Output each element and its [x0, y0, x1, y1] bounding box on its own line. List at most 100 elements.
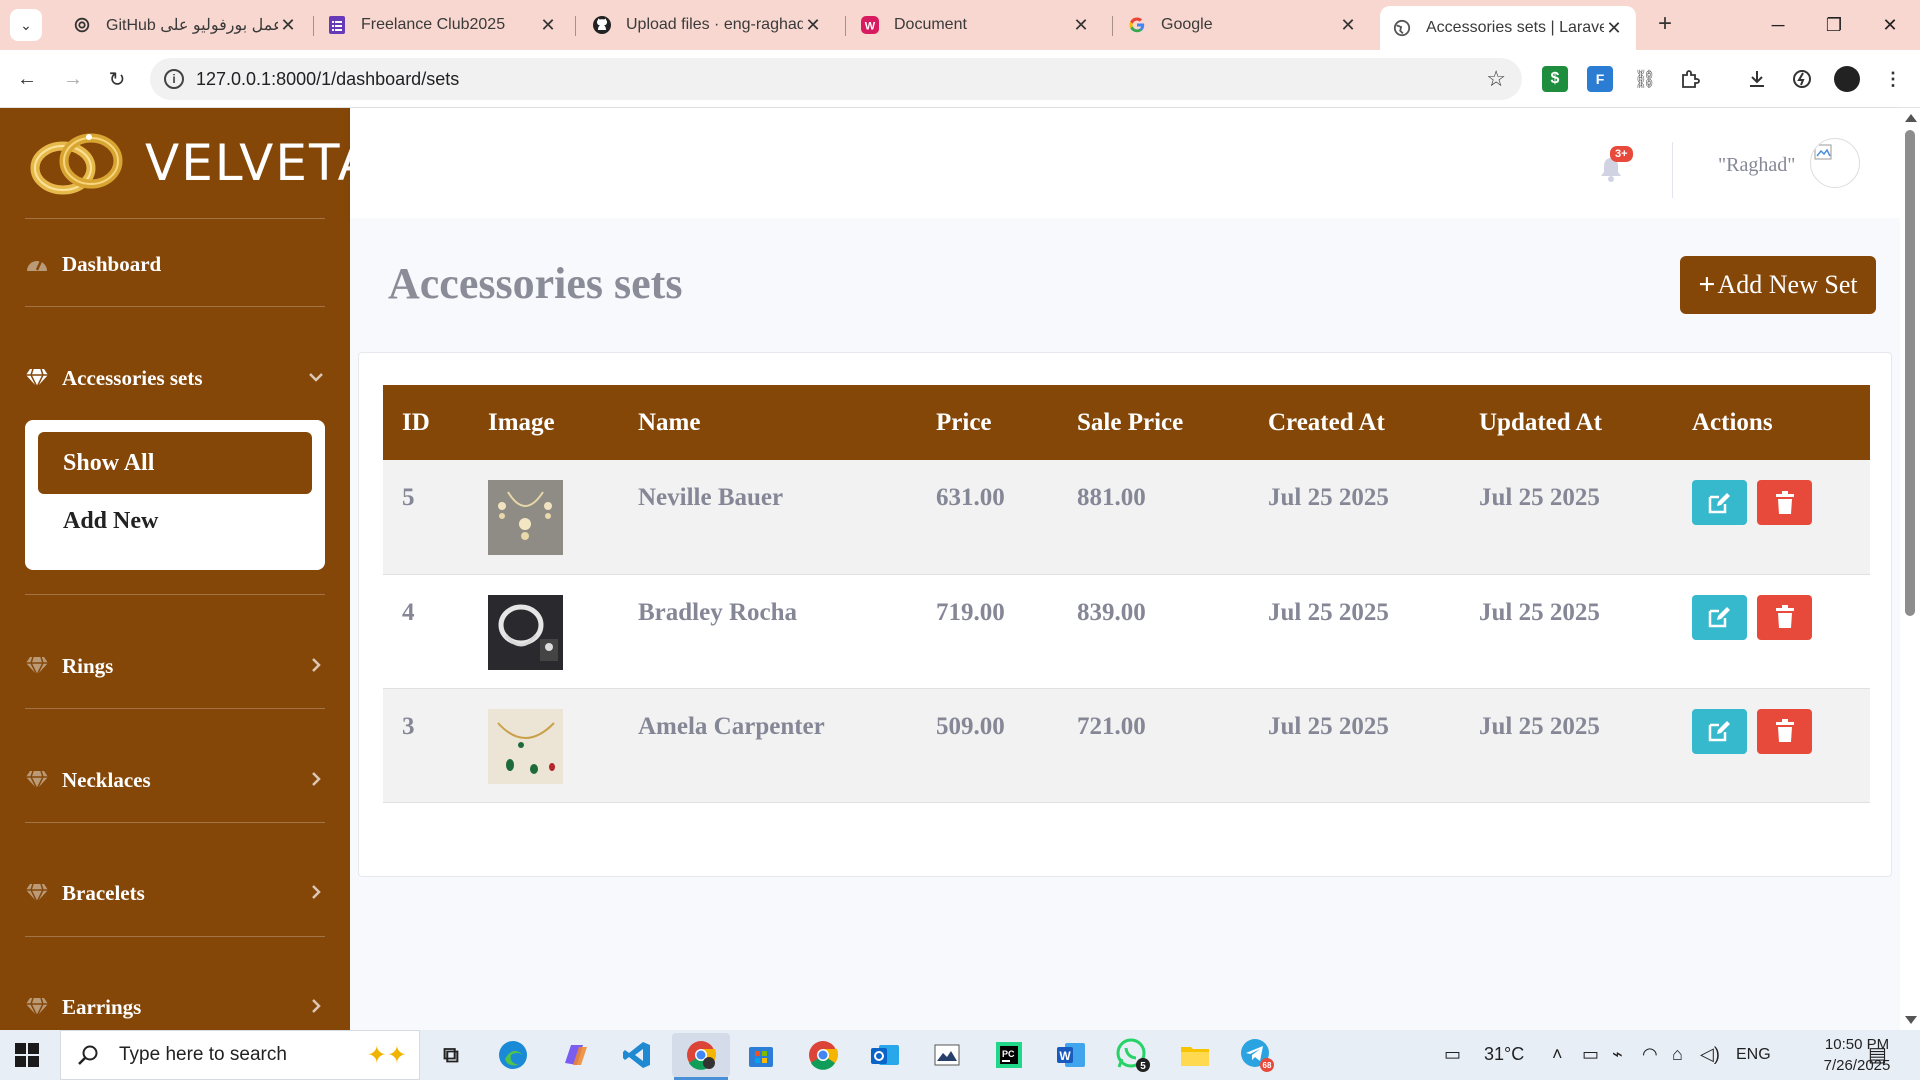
column-header-created-at[interactable]: Created At	[1249, 385, 1460, 460]
sidebar-item-dashboard[interactable]: Dashboard	[24, 244, 326, 284]
edit-button[interactable]	[1692, 708, 1747, 754]
delete-button[interactable]	[1757, 480, 1813, 525]
close-icon[interactable]: ✕	[278, 15, 298, 36]
submenu-add-new[interactable]: Add New	[63, 508, 158, 535]
restore-icon[interactable]: ❐	[1806, 8, 1862, 42]
fl-extension-icon[interactable]: F	[1587, 66, 1613, 92]
scrollbar-thumb[interactable]	[1905, 130, 1915, 616]
extensions-puzzle-icon[interactable]	[1677, 66, 1703, 92]
microsoft-store-icon[interactable]	[742, 1036, 780, 1074]
taskbar-search-box[interactable]: Type here to search ✦✦	[60, 1030, 420, 1080]
site-info-icon[interactable]: i	[164, 69, 184, 89]
edit-button[interactable]	[1692, 480, 1747, 525]
close-icon[interactable]: ✕	[803, 15, 823, 36]
edit-button[interactable]	[1692, 594, 1747, 640]
translate-extension-icon[interactable]: ⛓	[1632, 66, 1658, 92]
scroll-down-arrow-icon[interactable]	[1905, 1016, 1917, 1024]
edge-icon[interactable]	[494, 1036, 532, 1074]
column-header-sale-price[interactable]: Sale Price	[1058, 385, 1249, 460]
pycharm-icon[interactable]: PC	[990, 1036, 1028, 1074]
battery-icon[interactable]: ▭	[1582, 1044, 1599, 1065]
sidebar-item-label: Accessories sets	[62, 365, 203, 390]
close-icon[interactable]: ✕	[1604, 18, 1624, 39]
telegram-icon[interactable]: 68	[1238, 1036, 1276, 1074]
address-bar[interactable]: i 127.0.0.1:8000/1/dashboard/sets ☆	[150, 58, 1522, 100]
tab-upload-files[interactable]: Upload files · eng-raghads ✕	[580, 6, 835, 44]
language-indicator[interactable]: ENG	[1736, 1046, 1771, 1064]
chevron-up-icon[interactable]: ˄	[1552, 1044, 1563, 1065]
outlook-icon[interactable]	[866, 1036, 904, 1074]
chevron-down-icon[interactable]	[306, 366, 326, 388]
chevron-right-icon[interactable]	[306, 881, 326, 903]
column-header-updated-at[interactable]: Updated At	[1460, 385, 1673, 460]
tab-document[interactable]: W Document ✕	[848, 6, 1103, 44]
sidebar-item-bracelets[interactable]: Bracelets	[24, 873, 326, 913]
cell-id: 3	[402, 712, 415, 740]
user-name[interactable]: "Raghad"	[1718, 154, 1795, 177]
sidebar-item-rings[interactable]: Rings	[24, 646, 326, 686]
whatsapp-icon[interactable]: 5	[1114, 1036, 1152, 1074]
tab-freelance-club[interactable]: Freelance Club2025 ✕	[315, 6, 570, 44]
weather-icon[interactable]: ▭	[1444, 1044, 1461, 1065]
close-icon[interactable]: ✕	[1338, 15, 1358, 36]
column-header-image[interactable]: Image	[469, 385, 619, 460]
file-explorer-icon[interactable]	[1176, 1036, 1214, 1074]
scroll-up-arrow-icon[interactable]	[1905, 114, 1917, 122]
download-icon[interactable]	[1744, 66, 1770, 92]
profile-avatar-icon[interactable]	[1834, 66, 1860, 92]
forward-arrow-icon[interactable]: →	[58, 64, 88, 94]
reload-icon[interactable]: ↻	[102, 64, 132, 94]
set-thumbnail-image[interactable]	[488, 480, 563, 555]
add-new-set-button[interactable]: + Add New Set	[1680, 256, 1876, 314]
chrome-taskbar-icon[interactable]	[672, 1033, 730, 1077]
chevron-right-icon[interactable]	[306, 995, 326, 1017]
set-thumbnail-image[interactable]	[488, 708, 563, 784]
column-header-name[interactable]: Name	[619, 385, 917, 460]
capture-icon[interactable]	[928, 1036, 966, 1074]
wifi-icon[interactable]: ◠	[1642, 1044, 1658, 1065]
vscode-icon[interactable]	[618, 1036, 656, 1074]
close-window-icon[interactable]: ✕	[1862, 8, 1918, 42]
minimize-icon[interactable]: ─	[1750, 8, 1806, 42]
chrome-icon[interactable]	[804, 1036, 842, 1074]
delete-button[interactable]	[1757, 594, 1813, 640]
broken-image-icon	[1814, 144, 1832, 160]
close-icon[interactable]: ✕	[538, 15, 558, 36]
tab-google[interactable]: Google ✕	[1115, 6, 1370, 44]
location-icon[interactable]: ⌁	[1612, 1044, 1623, 1065]
task-view-icon[interactable]: ⧉	[432, 1036, 470, 1074]
gem-icon	[24, 996, 50, 1018]
page-scrollbar[interactable]	[1900, 108, 1920, 1030]
set-thumbnail-image[interactable]	[488, 594, 563, 670]
column-header-price[interactable]: Price	[917, 385, 1058, 460]
notifications-icon[interactable]: ▤	[1868, 1042, 1887, 1067]
performance-icon[interactable]	[1789, 66, 1815, 92]
windows-start-icon[interactable]	[12, 1040, 42, 1070]
dollar-extension-icon[interactable]: $	[1542, 66, 1568, 92]
bookmark-star-icon[interactable]: ☆	[1486, 66, 1506, 92]
tab-github-portfolio[interactable]: GitHub عمل بورفوليو على ✕	[60, 6, 310, 44]
brand[interactable]: VELVETA	[25, 128, 350, 198]
avatar[interactable]	[1810, 138, 1860, 188]
sidebar-item-earrings[interactable]: Earrings	[24, 987, 326, 1027]
close-icon[interactable]: ✕	[1071, 15, 1091, 36]
network-icon[interactable]: ⌂	[1672, 1044, 1683, 1065]
tab-search-button[interactable]: ⌄	[10, 9, 42, 41]
windows-taskbar: Type here to search ✦✦ ⧉ PC W 5 68 ▭ 31°…	[0, 1030, 1920, 1080]
back-arrow-icon[interactable]: ←	[12, 64, 42, 94]
new-tab-button[interactable]: +	[1650, 9, 1680, 39]
column-header-id[interactable]: ID	[383, 385, 469, 460]
browser-menu-icon[interactable]: ⋮	[1880, 66, 1906, 92]
sidebar-item-accessories-sets[interactable]: Accessories sets	[24, 358, 326, 398]
chevron-right-icon[interactable]	[306, 654, 326, 676]
url-text[interactable]: 127.0.0.1:8000/1/dashboard/sets	[196, 69, 459, 90]
copilot-icon[interactable]	[556, 1036, 594, 1074]
word-icon[interactable]: W	[1052, 1036, 1090, 1074]
volume-icon[interactable]: ◁)	[1700, 1044, 1720, 1065]
delete-button[interactable]	[1757, 708, 1813, 754]
chevron-right-icon[interactable]	[306, 768, 326, 790]
submenu-show-all[interactable]: Show All	[38, 432, 312, 494]
weather-temp[interactable]: 31°C	[1484, 1044, 1524, 1065]
sidebar-item-necklaces[interactable]: Necklaces	[24, 760, 326, 800]
tab-accessories-sets[interactable]: Accessories sets | Laravel ✕	[1380, 6, 1636, 50]
